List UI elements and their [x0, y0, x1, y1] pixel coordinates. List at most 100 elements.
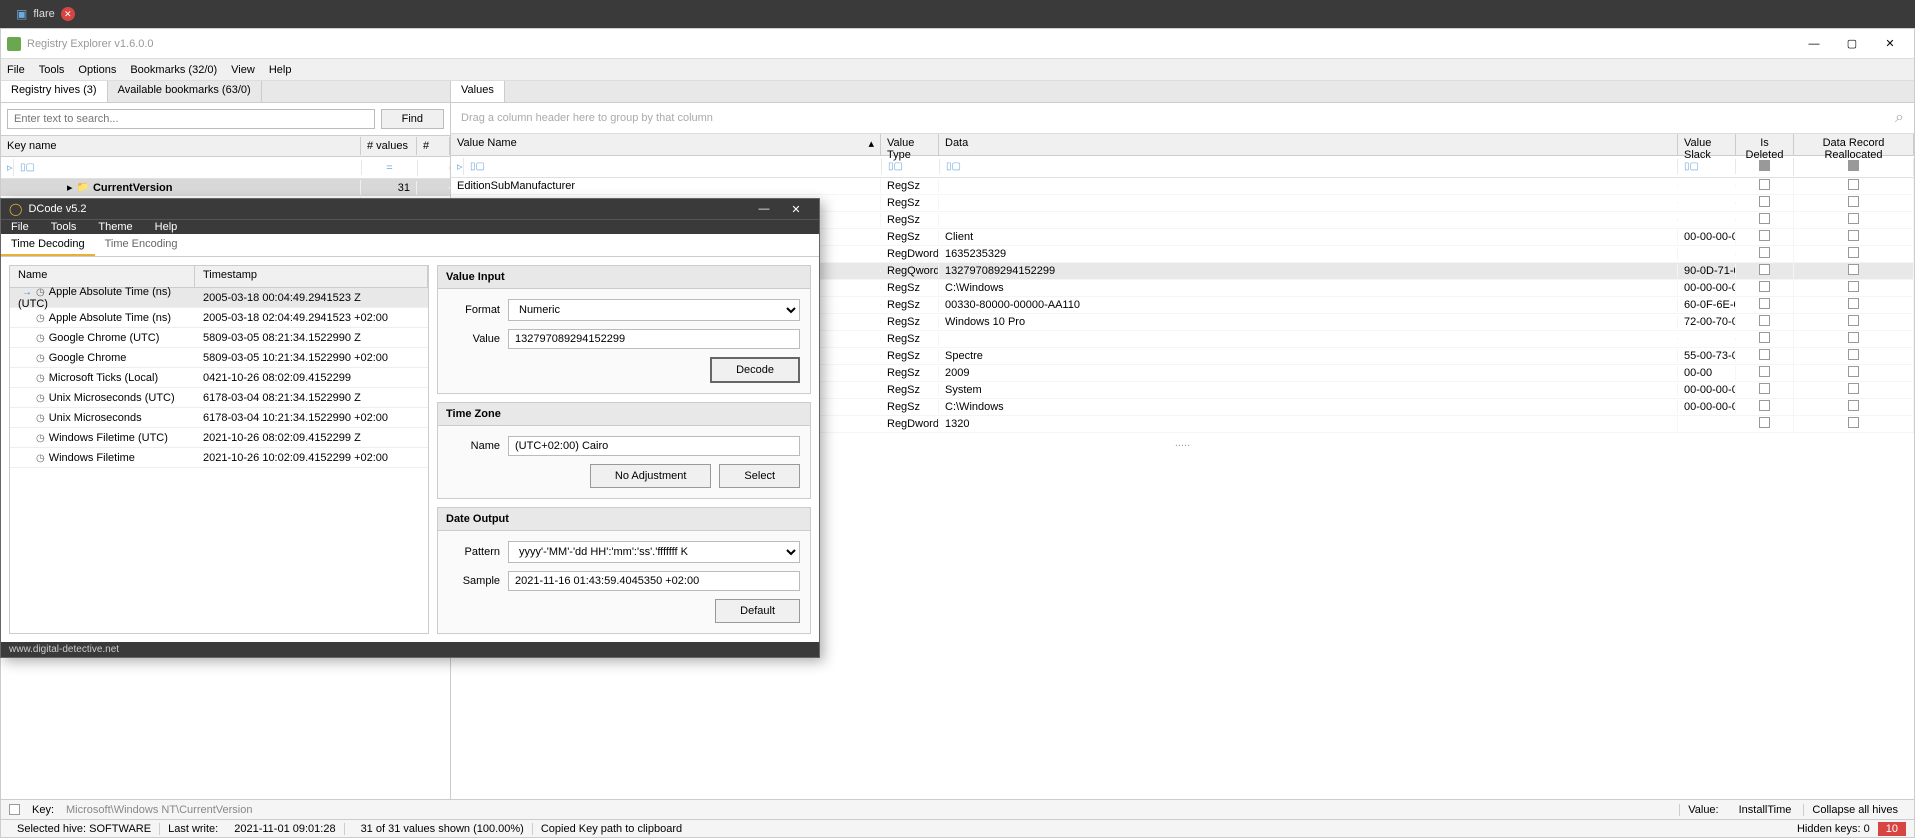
decode-button[interactable]: Decode [710, 357, 800, 383]
search-icon[interactable]: ⌕ [1895, 109, 1904, 127]
format-select[interactable]: Numeric [508, 299, 800, 321]
arrow-icon: → [22, 287, 32, 298]
dcode-row[interactable]: ◷Windows Filetime2021-10-26 10:02:09.415… [10, 448, 428, 468]
timezone-title: Time Zone [438, 403, 810, 426]
dcode-footer: www.digital-detective.net [1, 642, 819, 657]
search-input[interactable] [7, 109, 375, 129]
filter-vslack[interactable]: ▯▢ [1678, 159, 1736, 174]
cell-value-type: RegSz [881, 366, 939, 380]
cell-realloc [1794, 280, 1914, 296]
value-row[interactable]: EditionSubManufacturerRegSz [451, 178, 1914, 195]
col-key-name[interactable]: Key name [1, 137, 361, 155]
cell-data: C:\Windows [939, 400, 1678, 414]
value-input[interactable] [508, 329, 800, 349]
filter-key[interactable]: ▯▢ [14, 160, 362, 175]
value-input-title: Value Input [438, 266, 810, 289]
tab-registry-hives[interactable]: Registry hives (3) [1, 81, 108, 102]
dcode-menu-file[interactable]: File [11, 221, 29, 233]
filter-vname[interactable]: ▯▢ [464, 159, 882, 174]
dcode-row[interactable]: ◷Apple Absolute Time (ns)2005-03-18 02:0… [10, 308, 428, 328]
col-data-record-reallocated[interactable]: Data Record Reallocated [1794, 134, 1914, 155]
dcode-row[interactable]: ◷Microsoft Ticks (Local)0421-10-26 08:02… [10, 368, 428, 388]
dcode-menu-help[interactable]: Help [155, 221, 178, 233]
dcode-menu-theme[interactable]: Theme [98, 221, 132, 233]
col-timestamp[interactable]: Timestamp [195, 266, 428, 287]
find-button[interactable]: Find [381, 109, 444, 129]
cell-deleted [1736, 280, 1794, 296]
cell-deleted [1736, 263, 1794, 279]
taskbar: ▣ flare ✕ [0, 0, 1915, 28]
filter-vdata[interactable]: ▯▢ [940, 159, 1678, 174]
filter-icon[interactable]: ▹ [451, 158, 464, 175]
clock-icon: ◷ [36, 373, 45, 384]
no-adjustment-button[interactable]: No Adjustment [590, 464, 712, 488]
cell-deleted [1736, 178, 1794, 194]
close-icon[interactable]: ✕ [61, 7, 75, 21]
dcode-row[interactable]: ◷Unix Microseconds6178-03-04 10:21:34.15… [10, 408, 428, 428]
cell-data: Client [939, 230, 1678, 244]
decoder-name: Google Chrome [49, 352, 127, 364]
col-data[interactable]: Data [939, 134, 1678, 155]
pattern-select[interactable]: yyyy'-'MM'-'dd HH':'mm':'ss'.'fffffff K [508, 541, 800, 563]
decoder-name: Windows Filetime [49, 452, 135, 464]
cell-slack: 55-00-73-0... [1678, 349, 1736, 363]
tab-values[interactable]: Values [451, 81, 505, 102]
filter-vdel[interactable] [1736, 158, 1794, 176]
checkbox-icon[interactable] [9, 804, 20, 815]
tab-available-bookmarks[interactable]: Available bookmarks (63/0) [108, 81, 262, 102]
filter-icon[interactable]: ▹ [1, 159, 14, 176]
dcode-menubar: File Tools Theme Help [1, 219, 819, 234]
cell-deleted [1736, 348, 1794, 364]
filter-vrealloc[interactable] [1794, 158, 1914, 176]
menu-help[interactable]: Help [269, 64, 292, 76]
clock-icon: ◷ [36, 433, 45, 444]
maximize-button[interactable]: ▢ [1834, 32, 1870, 56]
col-num-values[interactable]: # values [361, 137, 417, 155]
dcode-menu-tools[interactable]: Tools [51, 221, 77, 233]
cell-deleted [1736, 331, 1794, 347]
menu-options[interactable]: Options [78, 64, 116, 76]
dcode-row[interactable]: ◷Google Chrome5809-03-05 10:21:34.152299… [10, 348, 428, 368]
col-value-slack[interactable]: Value Slack [1678, 134, 1736, 155]
decoder-timestamp: 6178-03-04 08:21:34.1522990 Z [195, 390, 428, 406]
default-button[interactable]: Default [715, 599, 800, 623]
close-button[interactable]: ✕ [781, 199, 811, 219]
cell-deleted [1736, 195, 1794, 211]
taskbar-app-flare[interactable]: ▣ flare ✕ [8, 3, 83, 25]
decoder-timestamp: 2021-10-26 10:02:09.4152299 +02:00 [195, 450, 428, 466]
col-hash[interactable]: # [417, 137, 450, 155]
menu-tools[interactable]: Tools [39, 64, 65, 76]
filter-vtype[interactable]: ▯▢ [882, 159, 940, 174]
select-tz-button[interactable]: Select [719, 464, 800, 488]
dcode-window: ◯ DCode v5.2 ― ✕ File Tools Theme Help T… [0, 198, 820, 658]
minimize-button[interactable]: ― [749, 199, 779, 219]
cell-data [939, 185, 1678, 187]
col-is-deleted[interactable]: Is Deleted [1736, 134, 1794, 155]
tab-time-decoding[interactable]: Time Decoding [1, 234, 95, 256]
clock-icon: ◷ [36, 287, 45, 298]
col-value-name[interactable]: Value Name ▴ [451, 134, 881, 155]
dcode-row[interactable]: ◷Unix Microseconds (UTC)6178-03-04 08:21… [10, 388, 428, 408]
pattern-label: Pattern [448, 546, 500, 558]
close-button[interactable]: ✕ [1872, 32, 1908, 56]
tab-time-encoding[interactable]: Time Encoding [95, 234, 188, 256]
menu-bookmarks[interactable]: Bookmarks (32/0) [130, 64, 217, 76]
status-clipboard: Copied Key path to clipboard [541, 823, 682, 835]
decoder-name: Windows Filetime (UTC) [49, 432, 168, 444]
key-name: CurrentVersion [93, 182, 172, 194]
cell-slack: 60-0F-6E-02 [1678, 298, 1736, 312]
key-label: Key: [32, 804, 54, 816]
filter-values[interactable]: = [362, 160, 418, 176]
menu-view[interactable]: View [231, 64, 255, 76]
expand-icon[interactable]: ▸ [67, 181, 73, 194]
dcode-row[interactable]: ◷Google Chrome (UTC)5809-03-05 08:21:34.… [10, 328, 428, 348]
collapse-all-button[interactable]: Collapse all hives [1803, 804, 1906, 816]
menu-file[interactable]: File [7, 64, 25, 76]
dcode-titlebar: ◯ DCode v5.2 ― ✕ [1, 199, 819, 219]
cell-realloc [1794, 399, 1914, 415]
dcode-row[interactable]: →◷Apple Absolute Time (ns) (UTC)2005-03-… [10, 288, 428, 308]
minimize-button[interactable]: ― [1796, 32, 1832, 56]
dcode-row[interactable]: ◷Windows Filetime (UTC)2021-10-26 08:02:… [10, 428, 428, 448]
tree-row[interactable]: ▸📁CurrentVersion31 [1, 179, 450, 196]
col-value-type[interactable]: Value Type [881, 134, 939, 155]
